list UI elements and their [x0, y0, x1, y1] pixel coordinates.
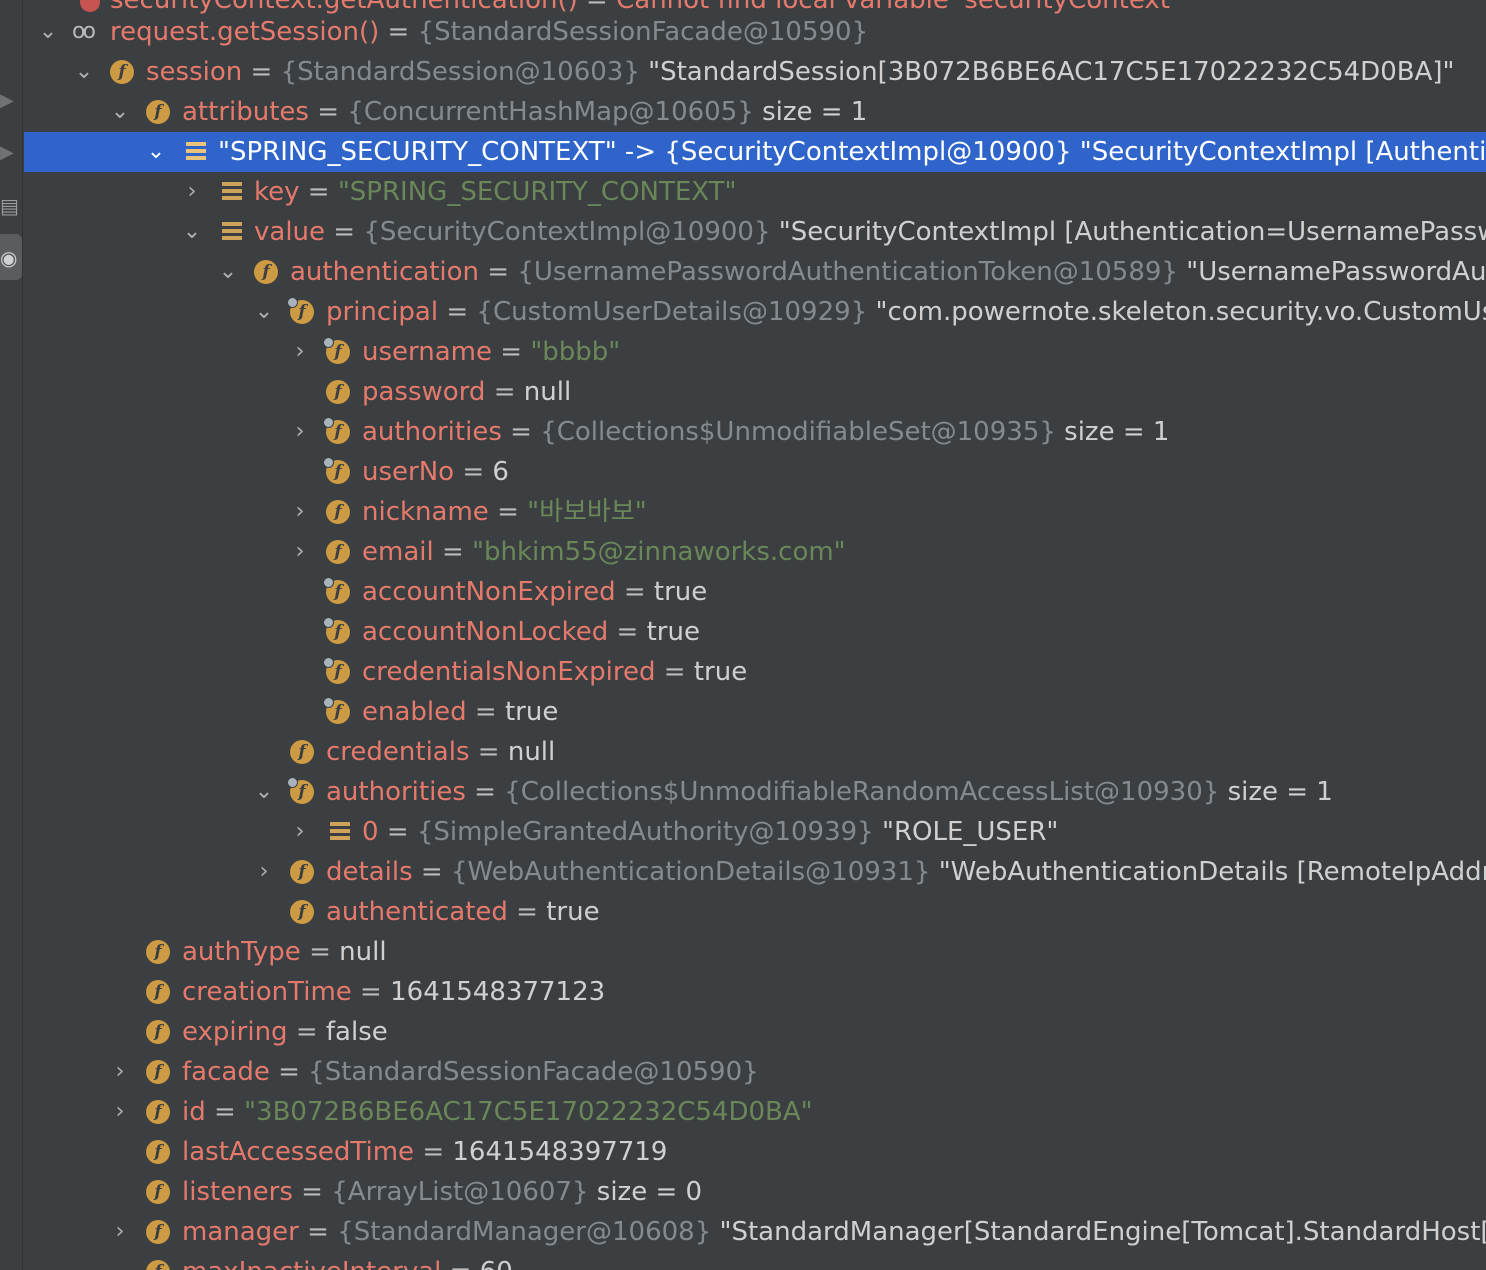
chevron-right-icon[interactable]: ›: [288, 492, 312, 532]
tree-row-credentialsnonexpired[interactable]: f credentialsNonExpired = true: [24, 652, 1486, 692]
tree-row-session[interactable]: ⌄ f session = {StandardSession@10603} "S…: [24, 52, 1486, 92]
tree-row-listeners[interactable]: f listeners = {ArrayList@10607} size = 0: [24, 1172, 1486, 1212]
final-field-icon: f: [323, 417, 350, 444]
field-icon: f: [326, 380, 350, 404]
final-field-icon: f: [287, 777, 314, 804]
step-arrow-icon[interactable]: ▶: [0, 144, 14, 162]
field-icon: f: [146, 1140, 170, 1164]
watch-glasses-icon: oo: [72, 19, 96, 44]
tree-row-accountnonlocked[interactable]: f accountNonLocked = true: [24, 612, 1486, 652]
chevron-down-icon[interactable]: ⌄: [180, 212, 204, 252]
tree-row-principal-authorities[interactable]: › f authorities = {Collections$Unmodifia…: [24, 412, 1486, 452]
field-icon: f: [146, 980, 170, 1004]
tree-row-nickname[interactable]: › f nickname = "바보바보": [24, 492, 1486, 532]
list-icon[interactable]: ▤: [0, 196, 19, 216]
final-field-icon: f: [323, 457, 350, 484]
chevron-right-icon[interactable]: ›: [288, 532, 312, 572]
error-icon: [80, 0, 100, 12]
chevron-right-icon[interactable]: ›: [252, 852, 276, 892]
tree-row-authtype[interactable]: f authType = null: [24, 932, 1486, 972]
tree-row-attributes[interactable]: ⌄ f attributes = {ConcurrentHashMap@1060…: [24, 92, 1486, 132]
final-field-icon: f: [323, 337, 350, 364]
field-icon: f: [326, 540, 350, 564]
chevron-down-icon[interactable]: ⌄: [216, 252, 240, 292]
chevron-down-icon[interactable]: ⌄: [252, 292, 276, 332]
chevron-down-icon[interactable]: ⌄: [72, 52, 96, 92]
field-icon: f: [110, 60, 134, 84]
debugger-side-gutter: ▶ ▶ ▤ ◉: [0, 0, 23, 1270]
final-field-icon: f: [323, 697, 350, 724]
field-icon: f: [146, 1020, 170, 1044]
chevron-right-icon[interactable]: ›: [288, 332, 312, 372]
map-entry-icon: [222, 222, 242, 241]
tree-row-value[interactable]: ⌄ value = {SecurityContextImpl@10900} "S…: [24, 212, 1486, 252]
chevron-right-icon[interactable]: ›: [108, 1052, 132, 1092]
tree-row-userno[interactable]: f userNo = 6: [24, 452, 1486, 492]
chevron-down-icon[interactable]: ⌄: [252, 772, 276, 812]
tree-row-email[interactable]: › f email = "bhkim55@zinnaworks.com": [24, 532, 1486, 572]
tree-row-token-authorities[interactable]: ⌄ f authorities = {Collections$Unmodifia…: [24, 772, 1486, 812]
chevron-down-icon[interactable]: ⌄: [36, 12, 60, 52]
tree-row-details[interactable]: › f details = {WebAuthenticationDetails@…: [24, 852, 1486, 892]
map-entry-icon: [222, 182, 242, 201]
final-field-icon: f: [323, 657, 350, 684]
field-icon: f: [290, 740, 314, 764]
chevron-down-icon[interactable]: ⌄: [108, 92, 132, 132]
final-field-icon: f: [323, 577, 350, 604]
tree-row-accountnonexpired[interactable]: f accountNonExpired = true: [24, 572, 1486, 612]
field-icon: f: [146, 100, 170, 124]
tree-row-key[interactable]: › key = "SPRING_SECURITY_CONTEXT": [24, 172, 1486, 212]
tree-row-authentication[interactable]: ⌄ f authentication = {UsernamePasswordAu…: [24, 252, 1486, 292]
tree-row-expiring[interactable]: f expiring = false: [24, 1012, 1486, 1052]
chevron-right-icon[interactable]: ›: [288, 812, 312, 852]
field-icon: f: [146, 940, 170, 964]
tree-row-manager[interactable]: › f manager = {StandardManager@10608} "S…: [24, 1212, 1486, 1252]
field-icon: f: [290, 900, 314, 924]
tree-row-authority-0[interactable]: › 0 = {SimpleGrantedAuthority@10939} "RO…: [24, 812, 1486, 852]
tree-row-lastaccessedtime[interactable]: f lastAccessedTime = 1641548397719: [24, 1132, 1486, 1172]
tree-row-authenticated[interactable]: f authenticated = true: [24, 892, 1486, 932]
chevron-right-icon[interactable]: ›: [180, 172, 204, 212]
chevron-right-icon[interactable]: ›: [288, 412, 312, 452]
camera-icon[interactable]: ◉: [0, 248, 17, 268]
field-icon: f: [146, 1180, 170, 1204]
tree-row-request-getsession[interactable]: ⌄ oo request.getSession() = {StandardSes…: [24, 12, 1486, 52]
chevron-right-icon[interactable]: ›: [108, 1212, 132, 1252]
final-field-icon: f: [287, 297, 314, 324]
tree-row-enabled[interactable]: f enabled = true: [24, 692, 1486, 732]
chevron-right-icon[interactable]: ›: [108, 1092, 132, 1132]
variables-tree: securityContext.getAuthentication() = Ca…: [24, 0, 1486, 1270]
tree-row-password[interactable]: f password = null: [24, 372, 1486, 412]
field-icon: f: [290, 860, 314, 884]
map-entry-icon: [186, 142, 206, 161]
tree-row-username[interactable]: › f username = "bbbb": [24, 332, 1486, 372]
field-icon: f: [254, 260, 278, 284]
field-icon: f: [146, 1260, 170, 1270]
final-field-icon: f: [323, 617, 350, 644]
tree-row-creationtime[interactable]: f creationTime = 1641548377123: [24, 972, 1486, 1012]
field-icon: f: [146, 1220, 170, 1244]
tree-row-principal[interactable]: ⌄ f principal = {CustomUserDetails@10929…: [24, 292, 1486, 332]
tree-row-credentials[interactable]: f credentials = null: [24, 732, 1486, 772]
tree-row-spring-security-context-entry[interactable]: ⌄ "SPRING_SECURITY_CONTEXT" -> {Security…: [24, 132, 1486, 172]
chevron-down-icon[interactable]: ⌄: [144, 132, 168, 172]
tree-row-id[interactable]: › f id = "3B072B6BE6AC17C5E17022232C54D0…: [24, 1092, 1486, 1132]
field-icon: f: [326, 500, 350, 524]
tree-row-facade[interactable]: › f facade = {StandardSessionFacade@1059…: [24, 1052, 1486, 1092]
list-item-icon: [330, 822, 350, 841]
play-arrow-icon[interactable]: ▶: [0, 92, 14, 110]
field-icon: f: [146, 1100, 170, 1124]
tree-row-maxinactiveinterval[interactable]: f maxInactiveInterval = 60: [24, 1252, 1486, 1270]
field-icon: f: [146, 1060, 170, 1084]
